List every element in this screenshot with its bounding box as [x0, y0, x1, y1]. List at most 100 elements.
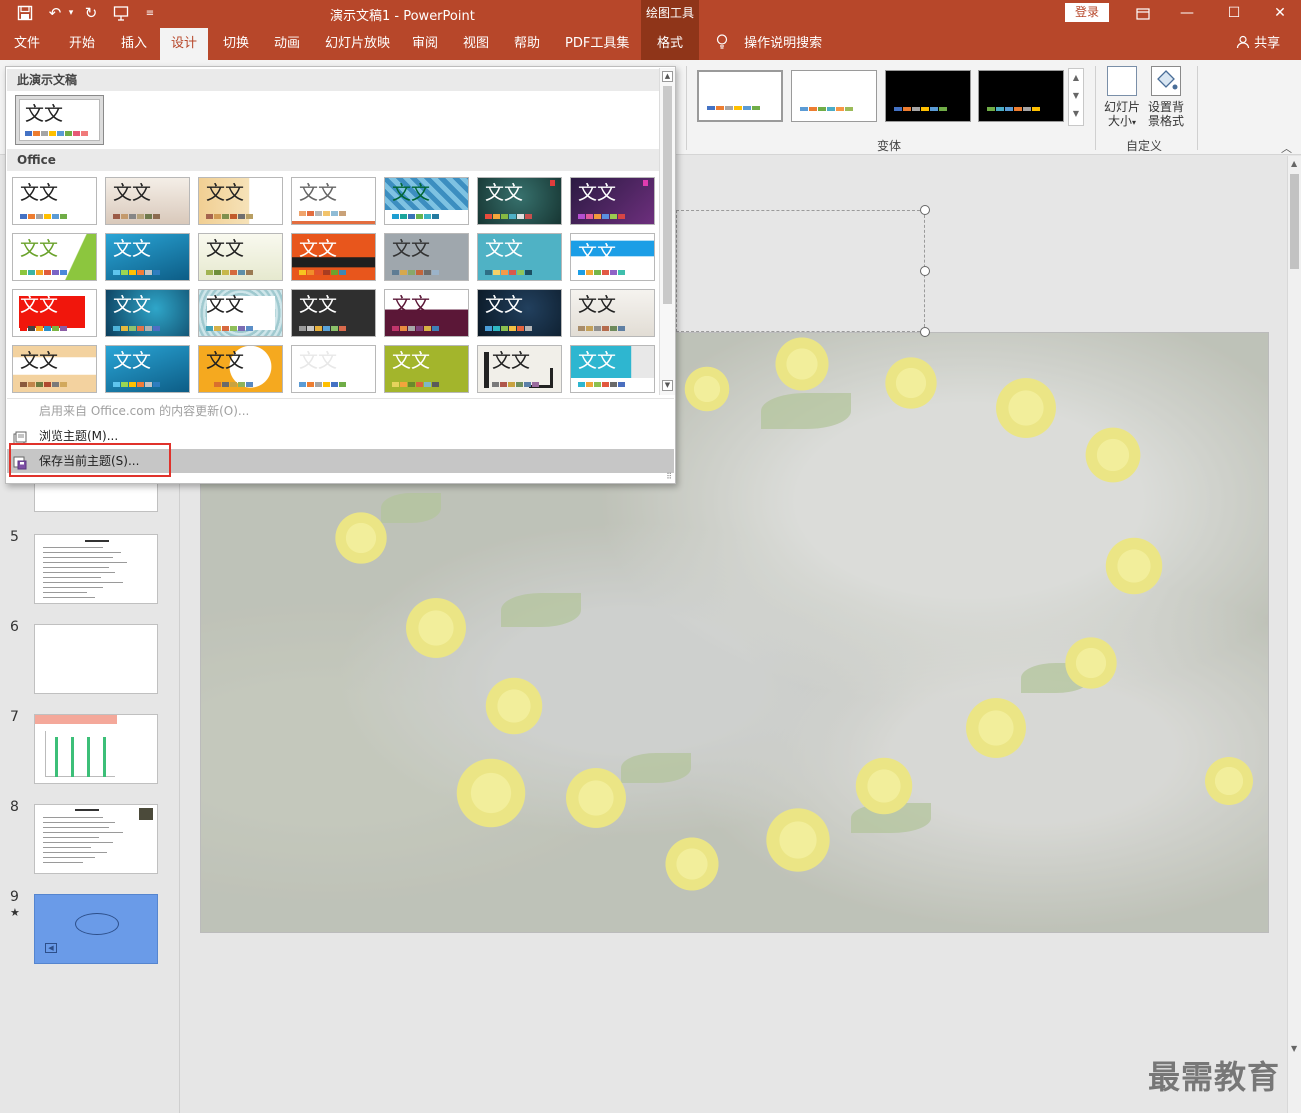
scrollbar-thumb[interactable]: [663, 86, 672, 304]
variant-2[interactable]: [791, 70, 877, 122]
theme-5[interactable]: 文文: [384, 177, 469, 225]
theme-swatches: [485, 270, 532, 275]
theme-swatches: [492, 382, 539, 387]
slide-thumbnail-6[interactable]: [34, 624, 158, 694]
ribbon-separator: [1197, 66, 1198, 150]
theme-25[interactable]: 文文: [291, 345, 376, 393]
slide-thumbnail-9[interactable]: ◀: [34, 894, 158, 964]
theme-12[interactable]: 文文: [384, 233, 469, 281]
theme-20[interactable]: 文文: [477, 289, 562, 337]
theme-13[interactable]: 文文: [477, 233, 562, 281]
scroll-up-icon[interactable]: ▲: [1069, 69, 1083, 87]
tab-format[interactable]: 格式: [641, 28, 699, 60]
redo-icon[interactable]: ↻: [80, 2, 102, 24]
theme-22[interactable]: 文文: [12, 345, 97, 393]
theme-26[interactable]: 文文: [384, 345, 469, 393]
gallery-more-icon[interactable]: ▼: [1069, 105, 1083, 123]
theme-18[interactable]: 文文: [291, 289, 376, 337]
slide-size-button[interactable]: 幻灯片 大小▾: [1101, 66, 1143, 130]
theme-swatches: [392, 326, 439, 331]
scroll-down-icon[interactable]: ▼: [1069, 87, 1083, 105]
theme-swatches: [20, 382, 67, 387]
format-background-button[interactable]: 设置背 景格式: [1145, 66, 1187, 128]
theme-swatches: [392, 270, 439, 275]
theme-8[interactable]: 文文: [12, 233, 97, 281]
theme-4[interactable]: 文文: [291, 177, 376, 225]
theme-swatches: [485, 214, 532, 219]
theme-10[interactable]: 文文: [198, 233, 283, 281]
resize-handle[interactable]: [920, 205, 930, 215]
ribbon-display-options-icon[interactable]: [1120, 0, 1166, 28]
resize-handle[interactable]: [920, 327, 930, 337]
theme-14[interactable]: 文文: [570, 233, 655, 281]
scroll-up-icon[interactable]: ▲: [662, 71, 673, 82]
theme-sample-text: 文文: [25, 103, 64, 125]
slide-thumbnail-7[interactable]: [34, 714, 158, 784]
slide-scrollbar[interactable]: ▲ ▼: [1287, 156, 1301, 1113]
tab-help[interactable]: 帮助: [514, 28, 540, 60]
format-background-label-2: 景格式: [1147, 114, 1184, 128]
minimize-button[interactable]: —: [1164, 0, 1210, 28]
theme-sample-text: 文文: [20, 238, 59, 260]
theme-2[interactable]: 文文: [105, 177, 190, 225]
theme-swatches: [206, 382, 253, 387]
theme-16[interactable]: 文文: [105, 289, 190, 337]
variant-4[interactable]: [978, 70, 1064, 122]
theme-28[interactable]: 文文: [570, 345, 655, 393]
theme-7[interactable]: 文文: [570, 177, 655, 225]
theme-9[interactable]: 文文: [105, 233, 190, 281]
scroll-down-icon[interactable]: ▼: [662, 380, 673, 391]
login-button[interactable]: 登录: [1065, 3, 1109, 22]
tab-animations[interactable]: 动画: [274, 28, 300, 60]
theme-office[interactable]: 文文: [12, 177, 97, 225]
tab-insert[interactable]: 插入: [121, 28, 147, 60]
tab-view[interactable]: 视图: [463, 28, 489, 60]
slide-number: 6: [10, 619, 19, 635]
tab-review[interactable]: 审阅: [412, 28, 438, 60]
tell-me-search[interactable]: 操作说明搜索: [716, 28, 822, 60]
theme-swatches: [578, 270, 625, 275]
undo-dropdown-icon[interactable]: ▾: [60, 2, 82, 24]
theme-27[interactable]: 文文: [477, 345, 562, 393]
theme-sample-text: 文文: [299, 182, 338, 204]
slide-thumbnail-8[interactable]: [34, 804, 158, 874]
share-button[interactable]: 共享: [1236, 28, 1280, 60]
close-button[interactable]: ✕: [1257, 0, 1301, 28]
tab-home[interactable]: 开始: [69, 28, 95, 60]
variant-gallery-scroll[interactable]: ▲ ▼ ▼: [1068, 68, 1084, 126]
tab-pdf-tools[interactable]: PDF工具集: [565, 28, 629, 60]
restore-button[interactable]: ☐: [1211, 0, 1257, 28]
theme-24[interactable]: 文文: [198, 345, 283, 393]
theme-swatches: [206, 214, 253, 219]
theme-gallery-scrollbar[interactable]: ▲ ▼: [659, 68, 675, 395]
theme-15[interactable]: 文文: [12, 289, 97, 337]
variant-3[interactable]: [885, 70, 971, 122]
resize-grip-icon[interactable]: ⠿: [666, 472, 672, 481]
tab-slideshow[interactable]: 幻灯片放映: [325, 28, 390, 60]
tab-transitions[interactable]: 切换: [223, 28, 249, 60]
theme-sample-text: 文文: [113, 182, 152, 204]
resize-handle[interactable]: [920, 266, 930, 276]
tab-file[interactable]: 文件: [14, 28, 40, 60]
theme-swatches: [20, 270, 67, 275]
current-theme[interactable]: 文文: [15, 95, 104, 145]
collapse-ribbon-icon[interactable]: ︿: [1281, 140, 1292, 156]
theme-gallery-dropdown: 此演示文稿 文文 Office 文文 文文 文文 文文 文文 文文 文文 文文 …: [5, 66, 676, 484]
theme-19[interactable]: 文文: [384, 289, 469, 337]
customize-qat-icon[interactable]: ≡: [139, 2, 161, 24]
slide-thumbnail-5[interactable]: [34, 534, 158, 604]
tab-design[interactable]: 设计: [160, 28, 208, 60]
variant-1[interactable]: [697, 70, 783, 122]
scroll-down-icon[interactable]: ▼: [1291, 1044, 1297, 1053]
theme-11[interactable]: 文文: [291, 233, 376, 281]
save-icon[interactable]: [14, 2, 36, 24]
theme-6[interactable]: 文文: [477, 177, 562, 225]
scroll-up-icon[interactable]: ▲: [1291, 159, 1297, 168]
scrollbar-thumb[interactable]: [1290, 174, 1299, 269]
theme-17[interactable]: 文文: [198, 289, 283, 337]
selected-text-box[interactable]: [676, 205, 930, 337]
start-slideshow-icon[interactable]: [110, 2, 132, 24]
theme-3[interactable]: 文文: [198, 177, 283, 225]
theme-23[interactable]: 文文: [105, 345, 190, 393]
theme-21[interactable]: 文文: [570, 289, 655, 337]
